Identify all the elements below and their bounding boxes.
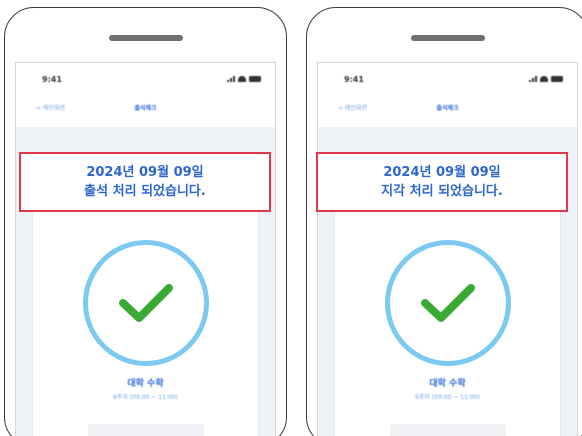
phone-mockup-late: 9:41 < 메인화면 출석체크 대학 수학 6주차 (09:00 ~ 11:0… bbox=[306, 7, 582, 436]
battery-icon bbox=[249, 76, 261, 82]
notice-message: 출석 처리 되었습니다. bbox=[84, 184, 206, 199]
notice-message: 지각 처리 되었습니다. bbox=[381, 184, 503, 199]
checkmark-icon bbox=[118, 284, 173, 322]
status-bar: 9:41 bbox=[318, 75, 577, 87]
phone-mockup-attendance: 9:41 < 메인화면 출석체크 대학 수학 6주차 (09:00 ~ 11:0… bbox=[4, 7, 287, 436]
class-time: 6주차 (09:00 ~ 11:00) bbox=[415, 394, 480, 401]
page-title: 출석체크 bbox=[134, 105, 157, 112]
signal-icon bbox=[529, 76, 537, 82]
class-time: 6주차 (09:00 ~ 11:00) bbox=[113, 394, 178, 401]
back-button[interactable]: < 메인화면 bbox=[338, 103, 367, 112]
attendance-notice: 2024년 09월 09일 출석 처리 되었습니다. bbox=[19, 152, 271, 212]
nav-bar: < 메인화면 출석체크 bbox=[318, 103, 577, 117]
class-name: 대학 수학 bbox=[127, 379, 164, 389]
nav-bar: < 메인화면 출석체크 bbox=[16, 103, 275, 117]
speaker-notch bbox=[410, 35, 485, 41]
signal-icon bbox=[227, 76, 235, 82]
late-notice: 2024년 09월 09일 지각 처리 되었습니다. bbox=[316, 152, 568, 212]
check-circle bbox=[82, 240, 209, 366]
back-button[interactable]: < 메인화면 bbox=[36, 103, 65, 112]
status-time: 9:41 bbox=[344, 75, 364, 84]
wifi-icon bbox=[238, 76, 246, 82]
battery-icon bbox=[551, 76, 563, 82]
confirm-button[interactable] bbox=[87, 424, 204, 436]
speaker-notch bbox=[108, 35, 183, 41]
checkmark-icon bbox=[420, 284, 475, 322]
status-time: 9:41 bbox=[42, 75, 62, 84]
class-name: 대학 수학 bbox=[429, 379, 466, 389]
check-circle bbox=[384, 240, 511, 366]
confirm-button[interactable] bbox=[389, 424, 506, 436]
status-bar: 9:41 bbox=[16, 75, 275, 87]
notice-date: 2024년 09월 09일 bbox=[86, 165, 204, 180]
notice-date: 2024년 09월 09일 bbox=[383, 165, 501, 180]
wifi-icon bbox=[540, 76, 548, 82]
page-title: 출석체크 bbox=[436, 105, 459, 112]
